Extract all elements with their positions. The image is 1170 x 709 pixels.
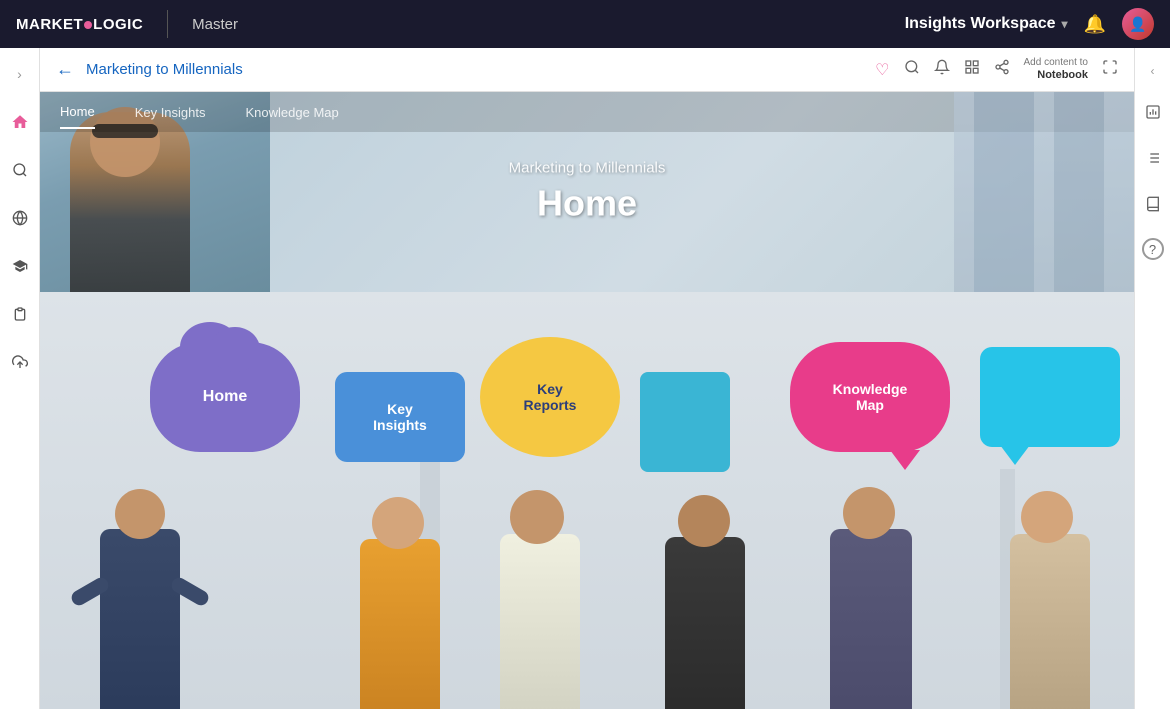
breadcrumb-title: Marketing to Millennials [86, 61, 863, 78]
fullscreen-icon[interactable] [1102, 59, 1118, 80]
hero-subtitle: Marketing to Millennials [509, 160, 666, 177]
workspace-button[interactable]: Insights Workspace ▾ [905, 15, 1068, 33]
back-button[interactable]: ← [56, 59, 74, 80]
share-icon[interactable] [994, 59, 1010, 80]
sidebar-item-graduation[interactable] [6, 252, 34, 280]
sidebar-item-search[interactable] [6, 156, 34, 184]
avatar[interactable]: 👤 [1122, 8, 1154, 40]
logo-text: MARKETLOGIC [16, 16, 143, 33]
person-4 [640, 489, 770, 709]
tab-home[interactable]: Home [60, 96, 95, 129]
bubble-key-insights[interactable]: KeyInsights [335, 372, 465, 462]
person-6 [980, 484, 1120, 709]
top-navigation: MARKETLOGIC Master Insights Workspace ▾ … [0, 0, 1170, 48]
master-label: Master [192, 16, 238, 33]
left-sidebar: › [0, 48, 40, 709]
sidebar-item-home[interactable] [6, 108, 34, 136]
bubble-knowledge-map-label: KnowledgeMap [833, 381, 908, 413]
person-3 [470, 484, 610, 709]
workspace-caret: ▾ [1062, 17, 1068, 31]
breadcrumb-bar: ← Marketing to Millennials ♡ Add content… [40, 48, 1134, 92]
scene-wrapper: Home KeyInsights KeyReports KnowledgeMap [40, 292, 1134, 709]
person-2 [330, 489, 470, 709]
sidebar-expand-icon[interactable]: › [6, 60, 34, 88]
sidebar-item-globe[interactable] [6, 204, 34, 232]
alert-icon[interactable] [934, 59, 950, 80]
right-sidebar-help-icon[interactable]: ? [1142, 238, 1164, 260]
right-sidebar-collapse[interactable]: ‹ [1151, 64, 1155, 78]
right-sidebar-list-icon[interactable] [1141, 146, 1165, 170]
bubble-key-reports-label: KeyReports [524, 381, 577, 413]
nav-right: Insights Workspace ▾ 🔔 👤 [905, 8, 1154, 40]
tab-key-insights[interactable]: Key Insights [135, 97, 206, 128]
right-sidebar: ‹ ? [1134, 48, 1170, 709]
right-sidebar-chart-icon[interactable] [1141, 100, 1165, 124]
notebook-add-label: Add content to [1024, 57, 1089, 69]
content-area: ← Marketing to Millennials ♡ Add content… [40, 48, 1134, 709]
workspace-label: Insights Workspace [905, 15, 1056, 33]
hero-banner: Home Key Insights Knowledge Map Marketin… [40, 92, 1134, 292]
logo-divider [167, 10, 168, 38]
main-layout: › ← Marketing to Millennials ♡ [0, 48, 1170, 709]
notebook-button[interactable]: Add content to Notebook [1024, 57, 1089, 82]
tab-knowledge-map[interactable]: Knowledge Map [246, 97, 339, 128]
person-1 [70, 479, 210, 709]
bubble-home-label: Home [203, 388, 247, 406]
avatar-icon: 👤 [1129, 16, 1146, 33]
bubble-home[interactable]: Home [150, 342, 300, 452]
bubble-key-reports[interactable]: KeyReports [480, 337, 620, 457]
notebook-label: Notebook [1037, 69, 1088, 82]
hero-title: Home [509, 183, 666, 225]
person-5 [800, 479, 940, 709]
bubble-cyan [980, 347, 1120, 447]
grid-icon[interactable] [964, 59, 980, 80]
lower-section: Home KeyInsights KeyReports KnowledgeMap [40, 292, 1134, 709]
favorite-icon[interactable]: ♡ [875, 60, 889, 80]
sidebar-item-clipboard[interactable] [6, 300, 34, 328]
bubble-blue-rect [640, 372, 730, 472]
bubble-key-insights-label: KeyInsights [373, 401, 427, 433]
hero-content: Marketing to Millennials Home [509, 160, 666, 225]
sidebar-item-upload[interactable] [6, 348, 34, 376]
bubble-knowledge-map[interactable]: KnowledgeMap [790, 342, 950, 452]
hero-building-image [954, 92, 1134, 292]
logo-area: MARKETLOGIC Master [16, 10, 238, 38]
nav-bell-icon[interactable]: 🔔 [1084, 14, 1106, 35]
breadcrumb-actions: ♡ Add content to Notebook [875, 57, 1118, 82]
right-sidebar-book-icon[interactable] [1141, 192, 1165, 216]
search-icon[interactable] [904, 59, 920, 80]
